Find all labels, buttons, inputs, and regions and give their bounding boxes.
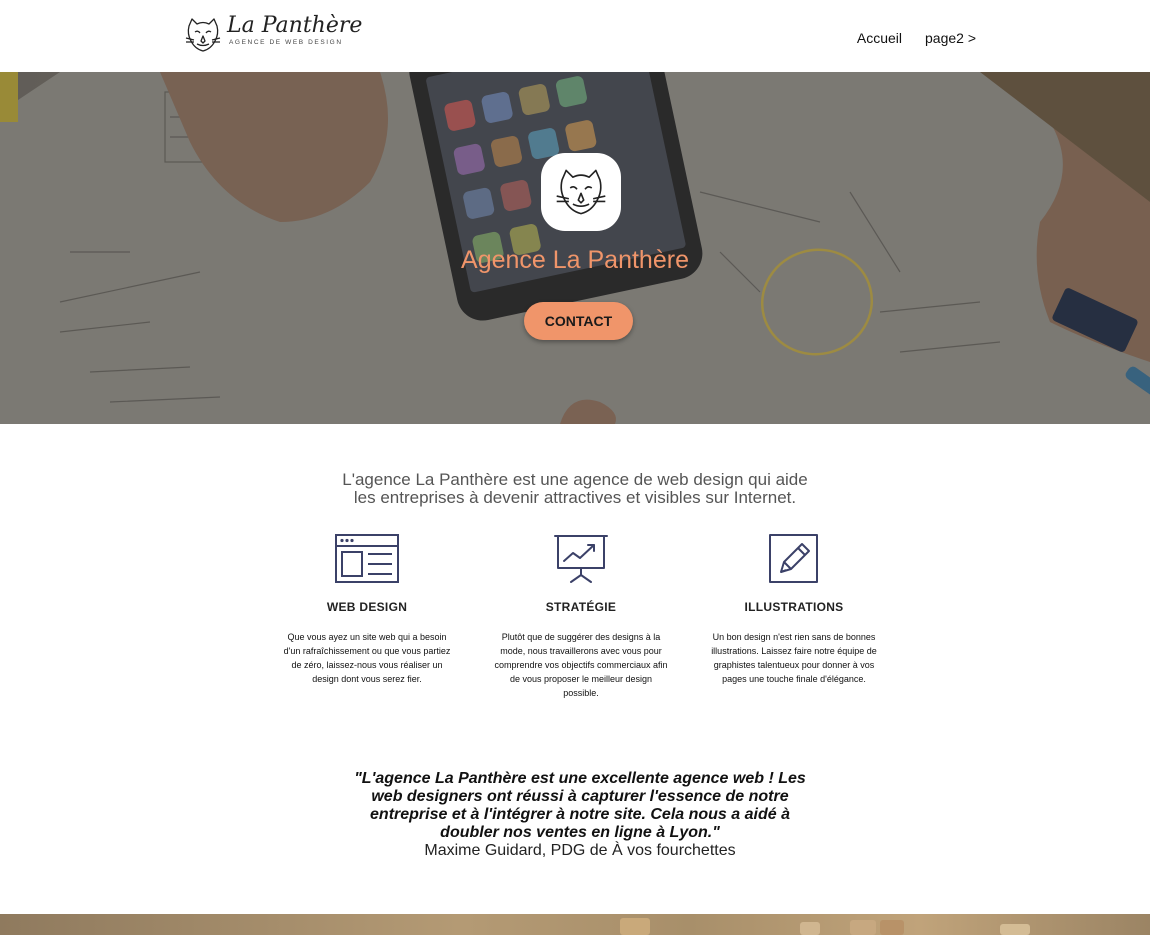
browser-window-icon (335, 534, 399, 583)
presentation-chart-icon (554, 535, 608, 583)
next-section-background (0, 914, 1150, 935)
service-desc-line: design dont vous serez fier. (312, 674, 422, 684)
agency-intro: L'agence La Panthère est une agence de w… (0, 471, 1150, 507)
service-desc-line: Un bon design n'est rien sans de bonnes (712, 632, 876, 642)
nav-link-accueil[interactable]: Accueil (857, 30, 902, 46)
service-desc-line: mode, nous travaillerons avec vous pour (500, 646, 662, 656)
hero-title: Agence La Panthère (461, 246, 689, 274)
service-description: Plutôt que de suggérer des designs à la … (489, 630, 673, 700)
panther-head-icon (556, 169, 606, 215)
service-desc-line: Plutôt que de suggérer des designs à la (501, 632, 661, 642)
quote-line: entreprise et à l'intégrer à notre site.… (370, 806, 790, 823)
site-header: La Panthère AGENCE DE WEB DESIGN Accueil… (0, 0, 1150, 72)
quote-line: "L'agence La Panthère est une excellente… (354, 770, 806, 787)
testimonial-author: Maxime Guidard, PDG de À vos fourchettes (424, 842, 736, 859)
logo-title: La Panthère (227, 13, 363, 38)
quote-line: doubler nos ventes en ligne à Lyon." (440, 824, 720, 841)
pencil-square-icon (769, 534, 818, 583)
service-title: WEB DESIGN (326, 600, 408, 614)
service-description: Un bon design n'est rien sans de bonnes … (702, 630, 886, 686)
contact-button[interactable]: CONTACT (524, 302, 633, 340)
service-desc-line: comprendre vos objectifs commerciaux afi… (494, 660, 668, 670)
logo-subtitle: AGENCE DE WEB DESIGN (229, 39, 343, 46)
testimonial-quote: "L'agence La Panthère est une excellente… (345, 770, 815, 842)
nav-link-page2[interactable]: page2 > (925, 30, 976, 46)
service-desc-line: de zéro, laissez-nous vous réaliser un (291, 660, 443, 670)
service-desc-line: pages une touche finale d'élégance. (722, 674, 866, 684)
service-web-design: WEB DESIGN Que vous ayez un site web qui… (275, 534, 459, 704)
service-title: STRATÉGIE (545, 600, 617, 614)
service-desc-line: possible. (563, 688, 599, 698)
hero-panther-logo (541, 153, 621, 231)
quote-line: web designers ont réussi à capturer l'es… (371, 788, 789, 805)
intro-line: L'agence La Panthère est une agence de w… (342, 470, 808, 489)
hero-banner: Agence La Panthère CONTACT (0, 72, 1150, 424)
site-logo[interactable]: La Panthère AGENCE DE WEB DESIGN (183, 13, 362, 54)
service-desc-line: graphistes talentueux pour donner à vos (713, 660, 875, 670)
service-description: Que vous ayez un site web qui a besoin d… (275, 630, 459, 686)
intro-line: les entreprises à devenir attractives et… (353, 488, 797, 507)
service-desc-line: de vous proposer le meilleur design (509, 674, 653, 684)
service-desc-line: Que vous ayez un site web qui a besoin (287, 632, 447, 642)
service-strategie: STRATÉGIE Plutôt que de suggérer des des… (489, 534, 673, 704)
service-title: ILLUSTRATIONS (744, 600, 844, 614)
logo-text: La Panthère AGENCE DE WEB DESIGN (227, 13, 362, 54)
service-desc-line: illustrations. Laissez faire notre équip… (711, 646, 877, 656)
service-desc-line: d'un rafraîchissement ou que vous partie… (283, 646, 451, 656)
service-illustrations: ILLUSTRATIONS Un bon design n'est rien s… (702, 534, 886, 704)
panther-logo-icon (185, 18, 221, 52)
main-nav: Accueil page2 > (857, 30, 976, 46)
bottom-photo-strip (620, 918, 1030, 935)
